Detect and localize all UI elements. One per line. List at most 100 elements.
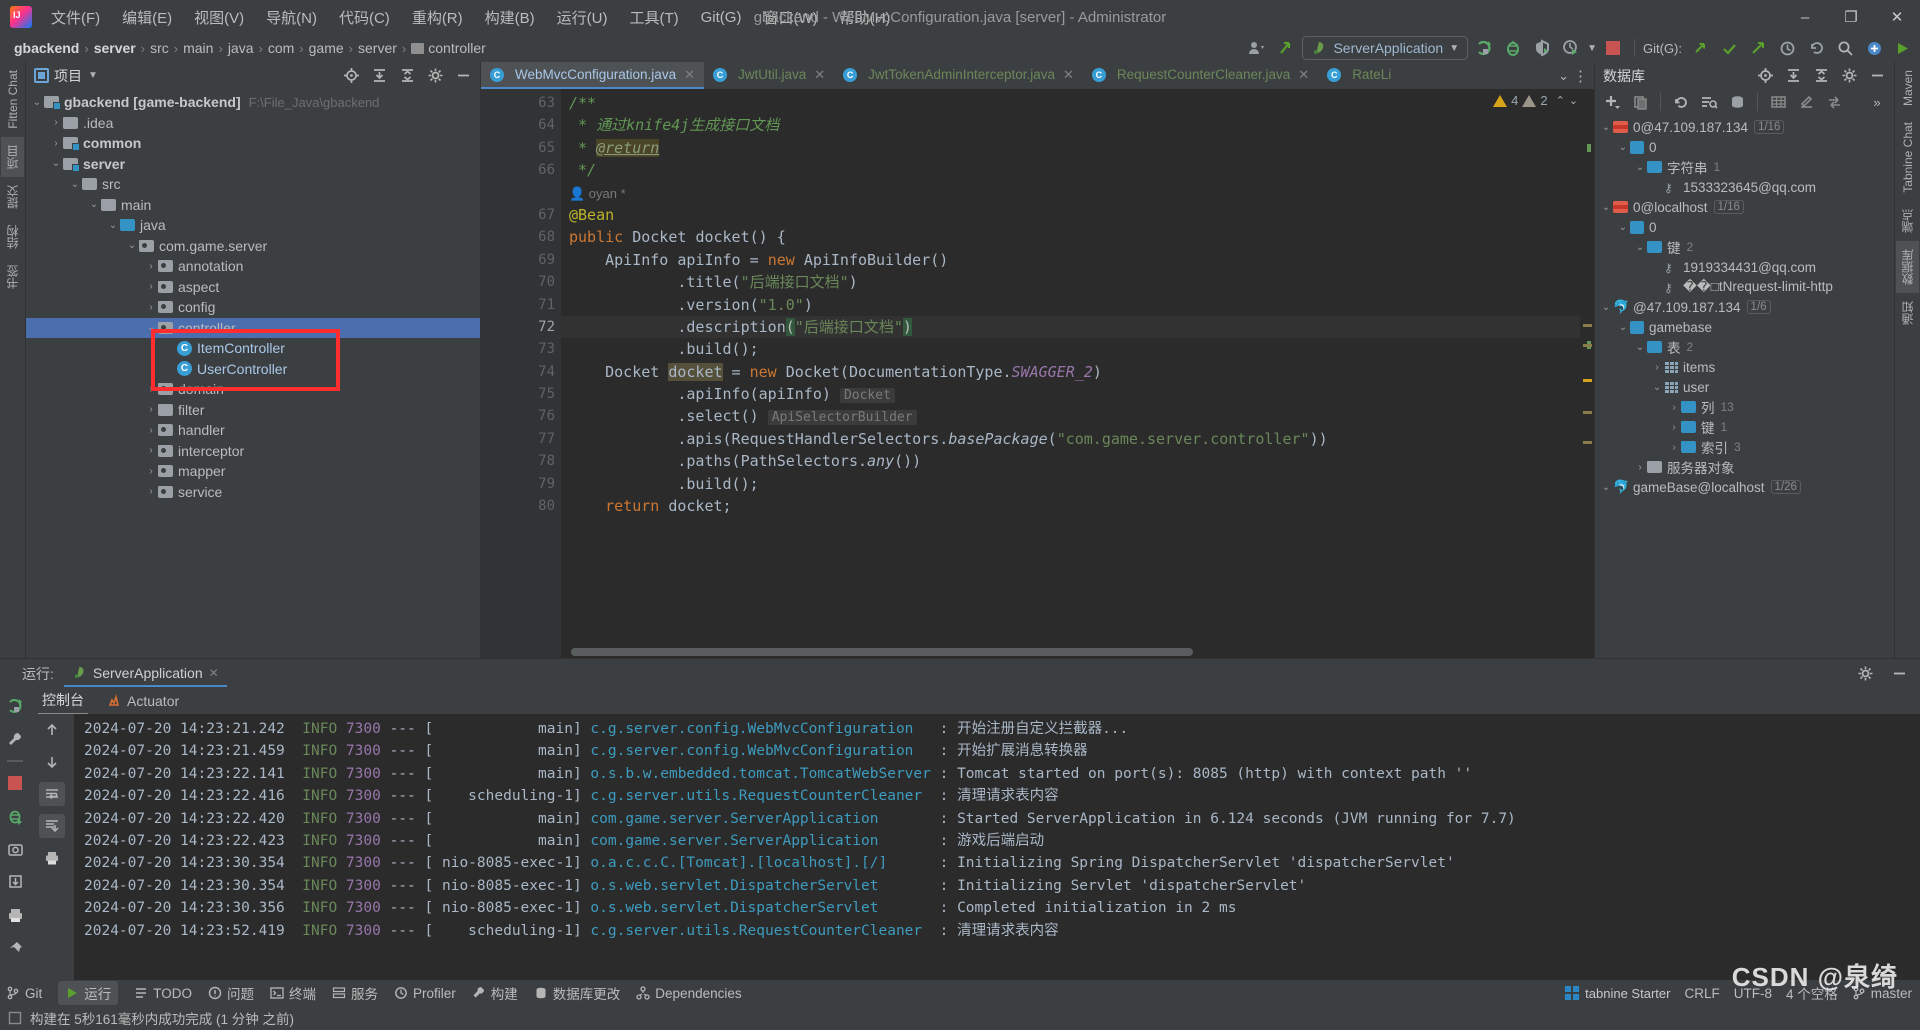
- chevron-down-icon[interactable]: ⌄: [1616, 142, 1630, 153]
- project-tree-item[interactable]: › domain: [26, 379, 480, 400]
- chevron-right-icon[interactable]: ›: [144, 425, 158, 436]
- tabnine-status[interactable]: tabnine Starter: [1564, 985, 1670, 1001]
- chevron-down-icon[interactable]: ⌄: [106, 220, 120, 231]
- print-icon[interactable]: [2, 903, 28, 927]
- hide-panel-icon[interactable]: [1886, 662, 1912, 686]
- chevron-right-icon[interactable]: ›: [49, 138, 63, 149]
- settings-icon[interactable]: [1890, 36, 1916, 60]
- project-tree-item[interactable]: › common: [26, 133, 480, 154]
- chevron-down-icon[interactable]: ⌄: [30, 97, 44, 108]
- chevron-down-icon[interactable]: ⌄: [1633, 242, 1647, 253]
- chevron-down-icon[interactable]: ⌄: [1616, 322, 1630, 333]
- history-icon[interactable]: [1774, 36, 1800, 60]
- status-bar------[interactable]: 数据库更改: [534, 983, 620, 1003]
- tool-tab-endpoints[interactable]: 端点: [1896, 201, 1919, 241]
- locate-icon[interactable]: [1752, 64, 1778, 88]
- database-tree-item[interactable]: ⚷ ��□tNrequest-limit-http: [1595, 277, 1894, 297]
- pin-icon[interactable]: [2, 936, 28, 960]
- project-tree-item[interactable]: › aspect: [26, 277, 480, 298]
- database-tree-item[interactable]: ⌄ 🐬 @47.109.187.134 1/6: [1595, 297, 1894, 317]
- chevron-down-icon[interactable]: ⌄: [87, 199, 101, 210]
- project-tree-item[interactable]: › mapper: [26, 461, 480, 482]
- status-bar---[interactable]: 问题: [208, 983, 254, 1003]
- editor-code[interactable]: /** * 通过knife4j生成接口文档 * @return */ 👤 oyan…: [561, 89, 1594, 658]
- close-button[interactable]: ✕: [1874, 0, 1920, 34]
- menu-run[interactable]: 运行(U): [546, 3, 619, 32]
- prev-problem-icon[interactable]: ⌃: [1556, 94, 1565, 107]
- menu-git[interactable]: Git(G): [690, 5, 753, 30]
- wrench-icon[interactable]: [2, 727, 28, 751]
- add-icon[interactable]: [1599, 90, 1625, 114]
- settings-icon[interactable]: [1852, 662, 1878, 686]
- project-tree[interactable]: ⌄ gbackend [game-backend] F:\File_Java\gba…: [26, 89, 480, 658]
- refresh-icon[interactable]: [1668, 90, 1694, 114]
- chevron-down-icon[interactable]: ⌄: [1599, 482, 1613, 493]
- chevron-right-icon[interactable]: ›: [1667, 402, 1681, 413]
- more-options-icon[interactable]: ⋮: [1573, 67, 1588, 85]
- chevron-down-icon[interactable]: ⌄: [1616, 222, 1630, 233]
- search-icon[interactable]: [1832, 36, 1858, 60]
- hide-panel-icon[interactable]: [450, 64, 476, 88]
- table-icon[interactable]: [1765, 90, 1791, 114]
- minimize-button[interactable]: –: [1782, 0, 1828, 34]
- more-icon[interactable]: »: [1864, 90, 1890, 114]
- gear-icon[interactable]: [422, 64, 448, 88]
- status-bar-profiler[interactable]: Profiler: [394, 986, 456, 1001]
- chevron-right-icon[interactable]: ›: [144, 281, 158, 292]
- status-bar---[interactable]: 运行: [58, 981, 119, 1005]
- project-tree-item[interactable]: › service: [26, 482, 480, 503]
- project-tree-item[interactable]: ⌄ com.game.server: [26, 236, 480, 257]
- editor-tab-jwtutil-java[interactable]: C JwtUtil.java ✕: [704, 62, 834, 89]
- editor-gutter[interactable]: 63 64 65 66 67 68 69 70 71 72 73 74 75 76 77 78 79 80: [481, 89, 561, 658]
- chevron-down-icon[interactable]: ⌄: [49, 158, 63, 169]
- line-separator[interactable]: CRLF: [1684, 986, 1719, 1001]
- editor-tab-requestcountercleaner-java[interactable]: C RequestCounterCleaner.java ✕: [1083, 62, 1318, 89]
- profiler-icon[interactable]: [1558, 36, 1584, 60]
- menu-navigate[interactable]: 导航(N): [255, 3, 328, 32]
- menu-code[interactable]: 代码(C): [328, 3, 401, 32]
- breadcrumb-item-server[interactable]: server: [354, 39, 401, 57]
- tool-tab-structure[interactable]: 结构: [1, 217, 24, 257]
- breadcrumb-item-gbackend[interactable]: gbackend: [10, 39, 83, 57]
- breadcrumb-item-server[interactable]: server: [90, 39, 140, 57]
- menu-tools[interactable]: 工具(T): [618, 3, 689, 32]
- database-tree-item[interactable]: ⌄ 键 2: [1595, 237, 1894, 257]
- profile-icon[interactable]: [1244, 36, 1270, 60]
- breadcrumb-item-controller[interactable]: controller: [407, 39, 490, 57]
- stop-icon[interactable]: [1600, 36, 1626, 60]
- menu-refactor[interactable]: 重构(R): [401, 3, 474, 32]
- close-icon[interactable]: ✕: [209, 666, 219, 680]
- tool-tab-notifications[interactable]: 通知: [1896, 293, 1919, 333]
- status-bar-dependencies[interactable]: Dependencies: [636, 986, 742, 1001]
- editor-tab-webmvcconfiguration-java[interactable]: C WebMvcConfiguration.java ✕: [481, 62, 704, 89]
- breadcrumb-item-game[interactable]: game: [305, 39, 348, 57]
- database-tree-item[interactable]: ⌄ 🐬 gameBase@localhost 1/26: [1595, 477, 1894, 497]
- database-tree-item[interactable]: ⌄ 0@localhost 1/16: [1595, 197, 1894, 217]
- chevron-down-icon[interactable]: ▼: [1587, 43, 1597, 54]
- project-tree-item[interactable]: C UserController: [26, 359, 480, 380]
- tool-tab-tabnine-chat[interactable]: Tabnine Chat: [1898, 114, 1918, 201]
- tool-tab-maven[interactable]: Maven: [1898, 62, 1918, 114]
- breadcrumb-item-src[interactable]: src: [146, 39, 173, 57]
- next-problem-icon[interactable]: ⌄: [1569, 94, 1578, 107]
- editor-marker-bar[interactable]: [1580, 89, 1594, 658]
- debug-icon[interactable]: [1500, 36, 1526, 60]
- database-tree-item[interactable]: ⌄ user: [1595, 377, 1894, 397]
- rollback-icon[interactable]: [1803, 36, 1829, 60]
- database-tree-item[interactable]: ⌄ 0: [1595, 137, 1894, 157]
- project-tree-item[interactable]: ⌄ src: [26, 174, 480, 195]
- push-icon[interactable]: [1745, 36, 1771, 60]
- check-icon[interactable]: [1716, 36, 1742, 60]
- collapse-all-icon[interactable]: [394, 64, 420, 88]
- project-tree-item[interactable]: ⌄ main: [26, 195, 480, 216]
- chevron-down-icon[interactable]: ⌄: [1558, 68, 1569, 84]
- project-tree-item[interactable]: › interceptor: [26, 441, 480, 462]
- breadcrumb-item-com[interactable]: com: [264, 39, 298, 57]
- editor-horizontal-scrollbar[interactable]: [571, 648, 1574, 656]
- database-tree-item[interactable]: › items: [1595, 357, 1894, 377]
- console-subtab-actuator[interactable]: Actuator: [104, 690, 183, 712]
- chevron-down-icon[interactable]: ⌄: [144, 322, 158, 333]
- chevron-right-icon[interactable]: ›: [1667, 442, 1681, 453]
- locate-icon[interactable]: [338, 64, 364, 88]
- chevron-right-icon[interactable]: ›: [49, 117, 63, 128]
